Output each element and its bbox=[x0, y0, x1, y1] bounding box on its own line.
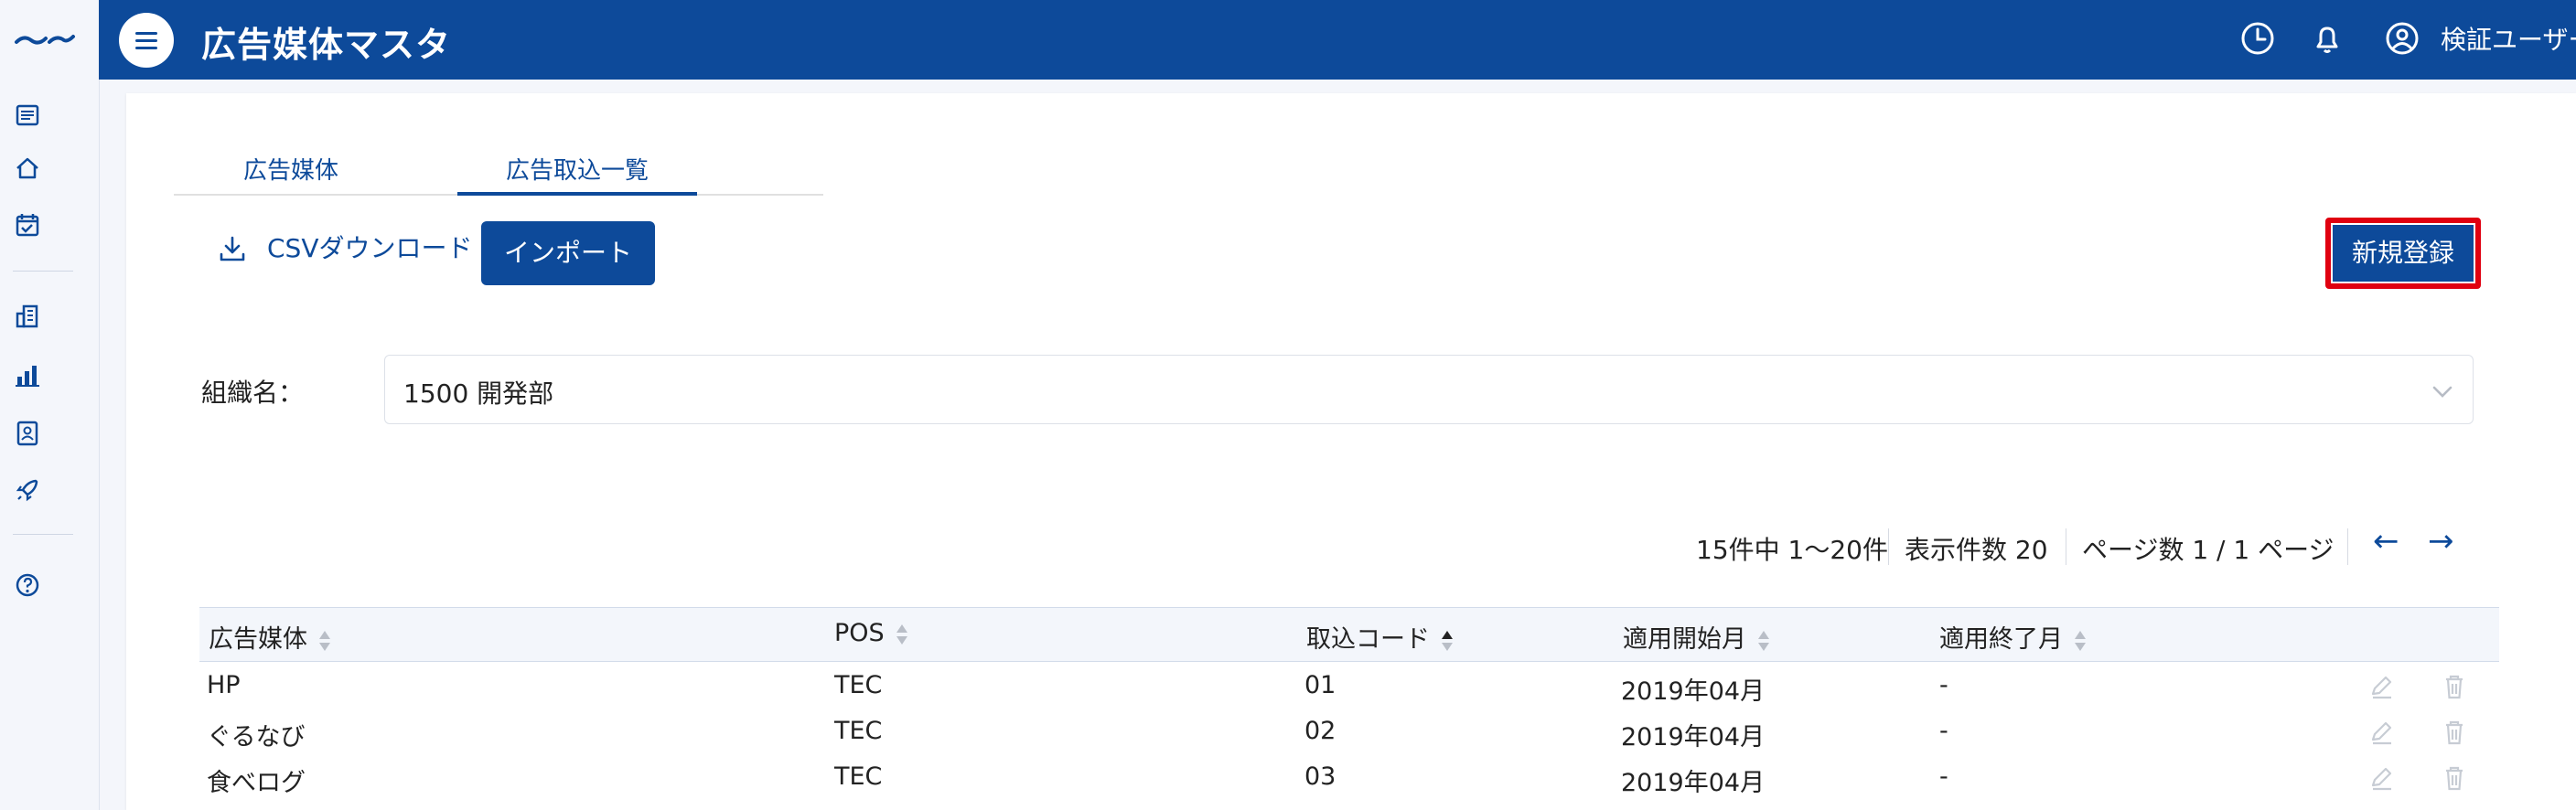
cell-ad-medium: 食べログ bbox=[207, 769, 306, 797]
cell-import-code: 03 bbox=[1304, 762, 1336, 791]
cell-import-code: 01 bbox=[1304, 671, 1336, 699]
user-account-icon[interactable] bbox=[2380, 16, 2424, 60]
page-count: ページ数 1 / 1 ページ bbox=[2082, 535, 2334, 565]
bar-chart-icon[interactable] bbox=[7, 355, 48, 395]
trash-icon[interactable] bbox=[2439, 671, 2470, 702]
sort-icon bbox=[2074, 629, 2087, 653]
logo bbox=[15, 35, 75, 45]
cell-start-month: 2019年04月 bbox=[1621, 723, 1766, 751]
cell-pos: TEC bbox=[834, 671, 883, 699]
new-registration-button[interactable]: 新規登録 bbox=[2333, 225, 2474, 282]
pagination-divider bbox=[2347, 528, 2348, 565]
column-header-end-month[interactable]: 適用終了月 bbox=[1939, 619, 2087, 655]
bell-icon[interactable] bbox=[2305, 16, 2349, 60]
edit-icon[interactable] bbox=[2366, 671, 2397, 702]
per-page-selector[interactable]: 表示件数 20 bbox=[1905, 530, 2048, 567]
cell-end-month: - bbox=[1939, 671, 1948, 699]
sort-icon bbox=[896, 623, 908, 646]
cell-pos: TEC bbox=[834, 717, 883, 745]
table-row: ぐるなび TEC 02 2019年04月 - bbox=[199, 709, 2499, 755]
download-icon bbox=[220, 236, 245, 261]
pagination-divider bbox=[1888, 528, 1889, 565]
column-header-ad-medium[interactable]: 広告媒体 bbox=[209, 619, 331, 655]
organization-select[interactable]: 1500 開発部 bbox=[384, 355, 2474, 424]
sidebar-divider bbox=[13, 534, 73, 535]
calendar-icon[interactable] bbox=[7, 205, 48, 245]
main-card: 広告媒体 広告取込一覧 CSVダウンロード インポート 新規登録 組織名： 15… bbox=[126, 93, 2576, 810]
cell-import-code: 02 bbox=[1304, 717, 1336, 745]
tab-bar: 広告媒体 広告取込一覧 bbox=[174, 139, 823, 196]
trash-icon[interactable] bbox=[2439, 717, 2470, 748]
sidebar bbox=[0, 0, 100, 810]
sort-icon bbox=[1757, 629, 1770, 653]
cell-end-month: - bbox=[1939, 717, 1948, 745]
cell-pos: TEC bbox=[834, 762, 883, 791]
app-header: 広告媒体マスタ 検証ユーザー bbox=[99, 0, 2576, 80]
cell-end-month: - bbox=[1939, 762, 1948, 791]
prev-page-button[interactable]: ← bbox=[2373, 523, 2399, 560]
tab-ad-medium[interactable]: 広告媒体 bbox=[174, 139, 408, 194]
cell-ad-medium: ぐるなび bbox=[207, 723, 306, 751]
rocket-icon[interactable] bbox=[7, 470, 48, 510]
table-row: 食べログ TEC 03 2019年04月 - bbox=[199, 755, 2499, 801]
new-registration-highlight: 新規登録 bbox=[2325, 218, 2481, 289]
table-header: 広告媒体 POS 取込コード 適用開始月 適用終了月 bbox=[199, 607, 2499, 662]
help-icon[interactable] bbox=[7, 565, 48, 605]
history-icon[interactable] bbox=[2236, 16, 2280, 60]
column-header-pos[interactable]: POS bbox=[834, 619, 908, 647]
import-button[interactable]: インポート bbox=[481, 221, 655, 285]
tab-ad-import-list[interactable]: 広告取込一覧 bbox=[457, 139, 697, 196]
table-row: HP TEC 01 2019年04月 - bbox=[199, 664, 2499, 709]
sort-ascending-icon bbox=[1441, 629, 1454, 653]
page-title: 広告媒体マスタ bbox=[201, 25, 452, 65]
sort-icon bbox=[318, 629, 331, 653]
organization-label: 組織名： bbox=[201, 378, 305, 408]
pagination-summary: 15件中 1〜20件 bbox=[1696, 535, 1888, 565]
contact-card-icon[interactable] bbox=[7, 413, 48, 453]
chevron-down-icon bbox=[2432, 386, 2453, 398]
edit-icon[interactable] bbox=[2366, 717, 2397, 748]
cell-start-month: 2019年04月 bbox=[1621, 677, 1766, 706]
sidebar-divider bbox=[13, 271, 73, 272]
column-header-import-code[interactable]: 取込コード bbox=[1306, 619, 1454, 655]
edit-icon[interactable] bbox=[2366, 762, 2397, 794]
cell-ad-medium: HP bbox=[207, 671, 241, 699]
building-icon[interactable] bbox=[7, 296, 48, 336]
cell-start-month: 2019年04月 bbox=[1621, 769, 1766, 797]
home-icon[interactable] bbox=[7, 148, 48, 188]
trash-icon[interactable] bbox=[2439, 762, 2470, 794]
hamburger-menu-button[interactable] bbox=[119, 13, 174, 68]
user-name[interactable]: 検証ユーザー bbox=[2441, 20, 2576, 57]
organization-select-value: 1500 開発部 bbox=[403, 378, 554, 409]
csv-download-label: CSVダウンロード bbox=[267, 233, 473, 263]
next-page-button[interactable]: → bbox=[2428, 523, 2454, 560]
column-header-start-month[interactable]: 適用開始月 bbox=[1623, 619, 1770, 655]
list-icon[interactable] bbox=[7, 95, 48, 135]
